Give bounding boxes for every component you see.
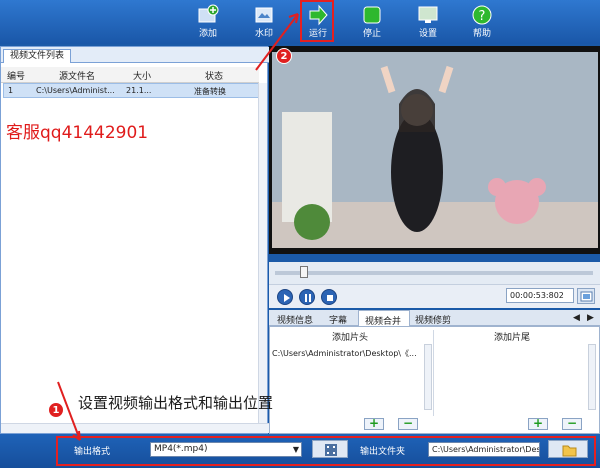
add-video-icon <box>198 4 219 23</box>
head-list-scrollbar[interactable] <box>424 344 432 410</box>
tab-video-info[interactable]: 视频信息 <box>277 313 313 326</box>
add-button[interactable]: 添加 <box>188 2 228 42</box>
video-preview <box>272 52 598 248</box>
seekbar-area <box>269 262 600 284</box>
table-row[interactable]: 1 C:\Users\Administ... 21.1... 准备转换 <box>3 83 259 98</box>
tab-scroll-right-icon[interactable]: ▶ <box>587 313 594 323</box>
snapshot-icon <box>580 291 593 302</box>
output-format-value: MP4(*.mp4) <box>154 444 208 454</box>
head-clip-header: 添加片头 <box>332 333 369 343</box>
folder-icon <box>562 445 577 457</box>
stop-button[interactable]: 停止 <box>352 2 392 42</box>
plus-icon: + <box>532 416 544 430</box>
plus-icon: + <box>368 416 380 430</box>
row-size: 21.1... <box>126 86 152 95</box>
tab-video-trim[interactable]: 视频修剪 <box>415 313 451 326</box>
output-format-label: 输出格式 <box>74 447 111 457</box>
row-num: 1 <box>8 86 14 95</box>
tab-video-file-list[interactable]: 视频文件列表 <box>3 49 72 63</box>
customer-service-watermark: 客服qq41442901 <box>6 123 149 143</box>
time-display: 00:00:53:802 <box>506 288 574 303</box>
snapshot-button[interactable] <box>577 288 595 304</box>
annotation-arrow-2 <box>255 13 299 71</box>
stop-square-icon <box>327 295 333 301</box>
add-head-button[interactable]: + <box>364 416 384 430</box>
col-header-num[interactable]: 编号 <box>7 69 25 82</box>
output-folder-input[interactable]: C:\Users\Administrator\Des <box>428 442 540 457</box>
help-button[interactable]: ? 帮助 <box>462 2 502 42</box>
play-icon <box>284 294 290 302</box>
tab-subtitle[interactable]: 字幕 <box>329 313 347 326</box>
svg-text:?: ? <box>479 9 486 24</box>
settings-button[interactable]: 设置 <box>408 2 448 42</box>
head-clip-item[interactable]: C:\Users\Administrator\Desktop\《... <box>272 348 417 359</box>
col-header-size[interactable]: 大小 <box>133 69 151 82</box>
minus-icon: − <box>402 416 414 430</box>
seek-slider-handle[interactable] <box>300 266 308 278</box>
output-folder-label: 输出文件夹 <box>360 447 406 457</box>
row-status: 准备转换 <box>194 87 226 96</box>
tab-video-merge[interactable]: 视频合并 <box>358 310 410 327</box>
pause-button[interactable] <box>299 289 315 305</box>
tail-clip-header: 添加片尾 <box>494 333 531 343</box>
format-settings-button[interactable] <box>312 440 348 458</box>
browse-folder-button[interactable] <box>548 440 588 458</box>
tail-list-scrollbar[interactable] <box>588 344 596 410</box>
file-list-panel: 视频文件列表 编号 源文件名 大小 状态 1 C:\Users\Administ… <box>0 46 269 434</box>
detail-tabbar: 视频信息 字幕 视频修剪 ◀ ▶ <box>269 310 600 326</box>
stop-icon <box>363 6 381 24</box>
tab-scroll-left-icon[interactable]: ◀ <box>573 313 580 323</box>
video-merge-panel <box>269 326 600 434</box>
seek-track[interactable] <box>275 271 593 275</box>
file-grid-header: 编号 源文件名 大小 状态 <box>1 67 259 83</box>
col-header-status[interactable]: 状态 <box>205 69 223 82</box>
row-filename: C:\Users\Administ... <box>36 86 115 95</box>
minus-icon: − <box>566 416 578 430</box>
file-list-vertical-scrollbar[interactable] <box>258 83 267 423</box>
play-button[interactable] <box>277 289 293 305</box>
pause-icon <box>305 294 311 302</box>
remove-head-button[interactable]: − <box>398 416 418 430</box>
video-scene <box>272 52 598 248</box>
merge-column-divider <box>433 330 434 416</box>
col-header-name[interactable]: 源文件名 <box>59 69 95 82</box>
help-icon: ? <box>472 5 492 25</box>
output-format-select[interactable]: MP4(*.mp4) ▼ <box>150 442 302 457</box>
add-tail-button[interactable]: + <box>528 416 548 430</box>
file-list-tabbar: 视频文件列表 <box>1 47 269 63</box>
file-list-horizontal-scrollbar[interactable] <box>1 423 269 433</box>
settings-monitor-icon <box>418 6 438 23</box>
annotation-note: 设置视频输出格式和输出位置 <box>78 394 274 412</box>
stop-playback-button[interactable] <box>321 289 337 305</box>
chevron-down-icon: ▼ <box>292 445 299 454</box>
film-settings-icon <box>325 444 337 456</box>
remove-tail-button[interactable]: − <box>562 416 582 430</box>
